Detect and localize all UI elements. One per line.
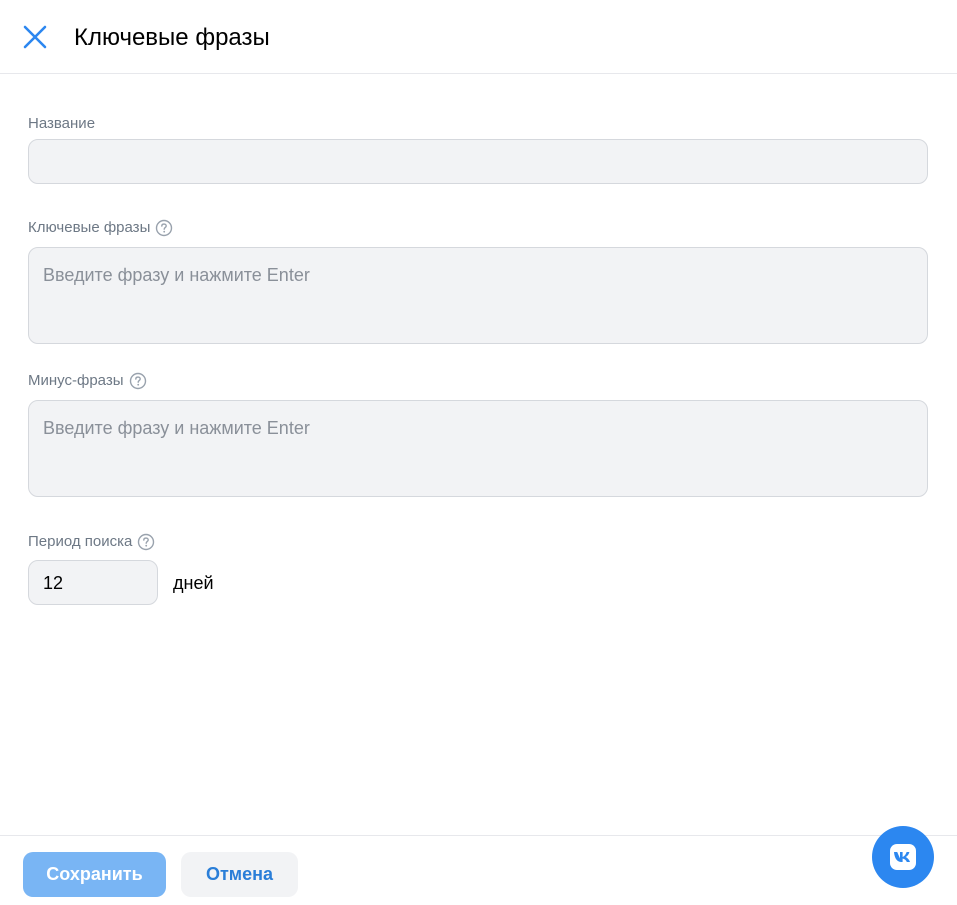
question-circle-icon[interactable]	[137, 533, 155, 551]
keyphrases-placeholder: Введите фразу и нажмите Enter	[43, 265, 310, 285]
minus-phrases-field[interactable]: Введите фразу и нажмите Enter	[28, 400, 928, 497]
name-label-text: Название	[28, 115, 96, 132]
vk-fab-button[interactable]	[872, 826, 934, 888]
period-unit: дней	[173, 573, 214, 593]
cancel-button[interactable]: Отмена	[181, 852, 298, 897]
minus-phrases-placeholder: Введите фразу и нажмите Enter	[43, 418, 310, 438]
keyphrases-dialog: Ключевые фразы Название Ключевые фразы В…	[0, 0, 957, 905]
period-input[interactable]: 12	[28, 560, 158, 605]
name-input[interactable]	[28, 139, 928, 184]
page-title: Ключевые фразы	[74, 24, 270, 51]
vk-logo-icon	[890, 844, 916, 870]
keyphrases-label: Ключевые фразы	[28, 219, 173, 237]
question-circle-icon[interactable]	[129, 372, 147, 390]
period-label: Период поиска	[28, 533, 155, 551]
minus-phrases-label: Минус-фразы	[28, 372, 147, 390]
close-icon[interactable]	[21, 23, 49, 51]
close-button[interactable]	[21, 23, 49, 51]
period-label-text: Период поиска	[28, 533, 133, 550]
name-label: Название	[28, 115, 95, 133]
dialog-footer: Сохранить Отмена	[0, 835, 957, 905]
keyphrases-field[interactable]: Введите фразу и нажмите Enter	[28, 247, 928, 344]
minus-phrases-label-text: Минус-фразы	[28, 372, 124, 389]
keyphrases-label-text: Ключевые фразы	[28, 219, 151, 236]
save-button[interactable]: Сохранить	[23, 852, 166, 897]
question-circle-icon[interactable]	[155, 219, 173, 237]
dialog-header: Ключевые фразы	[0, 0, 957, 74]
